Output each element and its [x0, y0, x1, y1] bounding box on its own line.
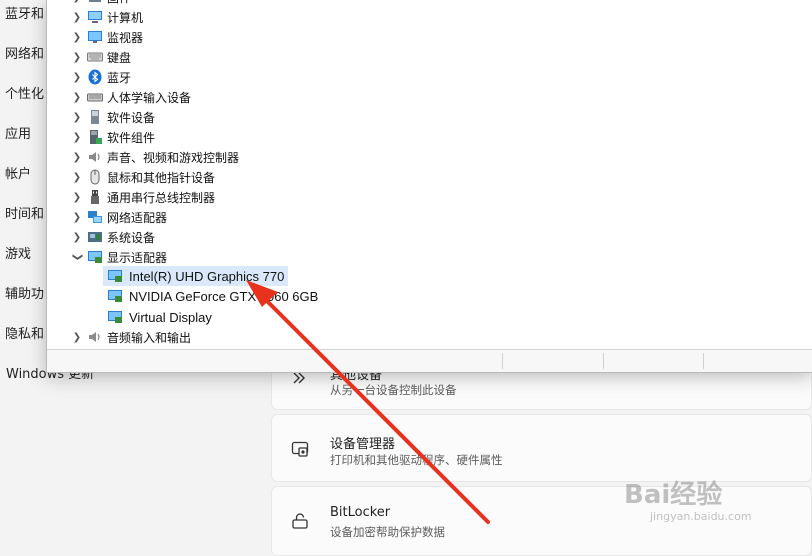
tree-category-bluetooth[interactable]: ❯ 蓝牙 [71, 67, 131, 87]
tree-category-display-adapter[interactable]: ❮ 显示适配器 [71, 247, 168, 267]
card-subtitle: 设备加密帮助保护数据 [330, 525, 445, 539]
status-divider [703, 353, 704, 369]
tree-category-label: 人体学输入设备 [107, 90, 192, 105]
speaker-icon [89, 152, 100, 162]
tree-category-label: 固件 [107, 0, 131, 6]
device-manager-icon [291, 441, 309, 457]
display-adapter-icon [88, 251, 102, 263]
nav-item-privacy[interactable]: 隐私和 [5, 326, 44, 344]
tree-category-system-device[interactable]: ❯ 系统设备 [71, 227, 155, 247]
chevron-right-icon[interactable]: ❯ [71, 167, 83, 187]
tree-category-label: 监视器 [107, 30, 144, 45]
status-bar [47, 349, 812, 372]
network-adapter-icon [88, 211, 102, 223]
tree-category-label: 音频输入和输出 [107, 330, 192, 345]
tree-category-firmware[interactable]: ❯ 固件 [71, 0, 131, 7]
tree-category-network-adapter[interactable]: ❯ 网络适配器 [71, 207, 167, 227]
chevron-right-icon[interactable]: ❯ [71, 0, 83, 7]
tree-category-label: 声音、视频和游戏控制器 [107, 150, 240, 165]
tree-category-label: 通用串行总线控制器 [107, 190, 216, 205]
tree-device-label: Virtual Display [129, 309, 212, 325]
chevron-right-icon[interactable]: ❯ [71, 147, 83, 167]
chevron-down-icon[interactable]: ❮ [67, 251, 87, 263]
chevron-right-icon[interactable]: ❯ [71, 127, 83, 147]
tree-category-label: 系统设备 [107, 230, 156, 245]
nav-item-apps[interactable]: 应用 [5, 126, 31, 144]
nav-item-accessibility[interactable]: 辅助功 [5, 286, 44, 304]
chevron-right-icon[interactable]: ❯ [71, 227, 83, 247]
tree-category-label: 网络适配器 [107, 210, 168, 225]
display-adapter-icon [108, 311, 122, 323]
tree-category-mouse[interactable]: ❯ 鼠标和其他指针设备 [71, 167, 215, 187]
settings-card-device-manager[interactable]: 设备管理器 打印机和其他驱动程序、硬件属性 [271, 414, 812, 482]
display-adapter-icon [108, 290, 122, 302]
settings-card-bitlocker[interactable]: BitLocker 设备加密帮助保护数据 [271, 486, 812, 556]
bluetooth-icon [88, 69, 102, 85]
tree-category-sound[interactable]: ❯ 声音、视频和游戏控制器 [71, 147, 239, 167]
tree-category-label: 鼠标和其他指针设备 [107, 170, 216, 185]
tree-device-label: Intel(R) UHD Graphics 770 [129, 268, 285, 284]
tree-category-computer[interactable]: ❯ 计算机 [71, 7, 143, 27]
monitor-icon [88, 31, 102, 43]
tree-category-label: 蓝牙 [107, 70, 132, 85]
hid-icon [87, 93, 103, 102]
tree-device-intel-uhd-770[interactable]: Intel(R) UHD Graphics 770 [103, 266, 289, 286]
computer-icon [88, 11, 102, 23]
tree-category-audio-io[interactable]: ❯ 音频输入和输出 [71, 327, 191, 347]
chevron-right-icon[interactable]: ❯ [71, 47, 83, 67]
nav-item-gaming[interactable]: 游戏 [5, 246, 31, 264]
device-tree[interactable]: ❯ 固件 ❯ 计算机 ❯ 监视器 ❯ 键盘 ❯ 蓝牙 ❯ 人体学输入设备 [47, 0, 812, 347]
card-title: 设备管理器 [330, 437, 396, 452]
software-device-icon [91, 110, 99, 124]
display-adapter-icon [108, 270, 122, 282]
tree-category-software-device[interactable]: ❯ 软件设备 [71, 107, 155, 127]
mouse-icon [90, 169, 100, 185]
nav-item-network[interactable]: 网络和 [5, 46, 44, 64]
tree-category-label: 显示适配器 [107, 250, 168, 265]
chevron-right-icon[interactable]: ❯ [71, 327, 83, 347]
tree-category-keyboard[interactable]: ❯ 键盘 [71, 47, 131, 67]
status-divider [603, 353, 604, 369]
card-title: BitLocker [330, 505, 391, 520]
keyboard-icon [87, 52, 103, 62]
tree-category-label: 软件组件 [107, 130, 156, 145]
tree-category-software-component[interactable]: ❯ 软件组件 [71, 127, 155, 147]
chevron-right-icon[interactable]: ❯ [71, 67, 83, 87]
tree-category-usb[interactable]: ❯ 通用串行总线控制器 [71, 187, 215, 207]
nav-item-time-language[interactable]: 时间和 [5, 206, 44, 224]
tree-device-nvidia-gtx-1060[interactable]: NVIDIA GeForce GTX 1060 6GB [107, 286, 318, 306]
chevron-right-icon[interactable]: ❯ [71, 27, 83, 47]
tree-category-monitor[interactable]: ❯ 监视器 [71, 27, 143, 47]
chevron-right-icon[interactable]: ❯ [71, 7, 83, 27]
usb-icon [91, 190, 99, 204]
chevron-right-icon[interactable]: ❯ [71, 187, 83, 207]
tree-device-label: NVIDIA GeForce GTX 1060 6GB [129, 288, 319, 304]
chevron-right-icon[interactable]: ❯ [71, 107, 83, 127]
tree-category-label: 计算机 [107, 10, 144, 25]
nav-item-accounts[interactable]: 帐户 [5, 166, 31, 184]
nav-item-bluetooth[interactable]: 蓝牙和 [5, 6, 44, 24]
software-component-icon [90, 130, 102, 144]
nav-item-personalization[interactable]: 个性化 [5, 86, 44, 104]
tree-device-virtual-display[interactable]: Virtual Display [107, 307, 212, 327]
settings-sidebar: 蓝牙和 网络和 个性化 应用 帐户 时间和 游戏 辅助功 隐私和 [0, 0, 50, 548]
device-manager-window: ❯ 固件 ❯ 计算机 ❯ 监视器 ❯ 键盘 ❯ 蓝牙 ❯ 人体学输入设备 [46, 0, 812, 373]
card-subtitle: 从另一台设备控制此设备 [330, 383, 457, 397]
chevron-right-icon[interactable]: ❯ [71, 207, 83, 227]
audio-io-icon [89, 332, 100, 342]
lock-icon [292, 513, 308, 529]
tree-category-label: 键盘 [107, 50, 132, 65]
status-divider [502, 353, 503, 369]
tree-category-label: 软件设备 [107, 110, 156, 125]
tree-category-hid[interactable]: ❯ 人体学输入设备 [71, 87, 191, 107]
system-device-icon [88, 232, 102, 242]
firmware-icon [89, 0, 101, 2]
chevron-right-icon[interactable]: ❯ [71, 87, 83, 107]
card-subtitle: 打印机和其他驱动程序、硬件属性 [330, 453, 503, 467]
